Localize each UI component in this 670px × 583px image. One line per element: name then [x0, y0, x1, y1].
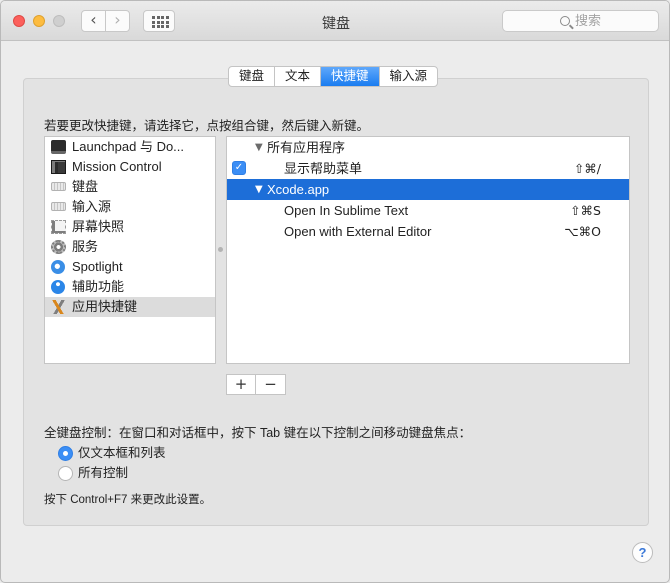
accessibility-icon	[51, 280, 65, 294]
radio-label: 仅文本框和列表	[78, 446, 166, 460]
shortcut-list[interactable]: ▼ 所有应用程序 ✓ 显示帮助菜单 ⇧⌘/ ▼ Xcode.app Open In Subli…	[226, 136, 630, 364]
shortcut-key-combo[interactable]: ⇧⌘S	[570, 200, 601, 221]
search-field[interactable]: 搜索	[502, 10, 659, 32]
shortcut-row[interactable]: ✓ 显示帮助菜单 ⇧⌘/	[227, 158, 629, 179]
tab-1[interactable]: 文本	[275, 67, 322, 86]
category-label: Spotlight	[72, 259, 123, 274]
shortcut-label: 所有应用程序	[267, 140, 346, 155]
instruction-text: 若要更改快捷键，请选择它，点按组合键，然后键入新键。	[44, 119, 370, 133]
mission-control-icon	[51, 160, 66, 174]
category-label: Mission Control	[72, 159, 162, 174]
split-view-handle[interactable]	[218, 247, 223, 252]
radio-button-icon[interactable]	[58, 466, 73, 481]
category-item[interactable]: Launchpad 与 Do...	[45, 137, 215, 157]
radio-label: 所有控制	[78, 466, 129, 480]
disclosure-triangle-icon[interactable]: ▼	[255, 137, 263, 158]
app-shortcuts-icon	[51, 300, 66, 314]
shortcut-label: Xcode.app	[267, 182, 330, 197]
search-icon	[559, 16, 570, 26]
help-button[interactable]: ?	[632, 542, 653, 563]
shortcut-key-combo[interactable]: ⌥⌘O	[564, 221, 601, 242]
category-item[interactable]: 键盘	[45, 177, 215, 197]
category-item[interactable]: 应用快捷键	[45, 297, 215, 317]
tab-3[interactable]: 输入源	[380, 67, 438, 86]
category-label: Launchpad 与 Do...	[72, 139, 185, 154]
full-keyboard-access-label: 全键盘控制：在窗口和对话框中，按下 Tab 键在以下控制之间移动键盘焦点：	[44, 426, 472, 440]
spotlight-icon	[51, 260, 65, 274]
radio-button-icon[interactable]	[58, 446, 73, 461]
shortcut-key-combo[interactable]: ⇧⌘/	[574, 158, 601, 179]
add-remove-controls: + −	[226, 374, 286, 395]
shortcut-label: Open with External Editor	[284, 224, 432, 239]
screenshot-icon	[51, 220, 66, 234]
search-placeholder: 搜索	[574, 13, 601, 28]
keyboard-access-note: 按下 Control+F7 来更改此设置。	[44, 494, 212, 506]
category-item[interactable]: Spotlight	[45, 257, 215, 277]
keyboard-access-radio[interactable]: 所有控制	[58, 465, 258, 483]
shortcut-row[interactable]: Open with External Editor ⌥⌘O	[227, 221, 629, 242]
category-label: 服务	[72, 239, 99, 254]
category-item[interactable]: 辅助功能	[45, 277, 215, 297]
tab-bar: 键盘 文本 快捷键 输入源	[228, 66, 439, 87]
services-gear-icon	[51, 240, 66, 254]
tab-2[interactable]: 快捷键	[321, 67, 380, 86]
shortcut-label: Open In Sublime Text	[284, 203, 409, 218]
keyboard-access-radio[interactable]: 仅文本框和列表	[58, 445, 258, 463]
title-bar: ‹ › 键盘 搜索	[1, 1, 669, 41]
disclosure-triangle-icon[interactable]: ▼	[255, 179, 263, 200]
category-item[interactable]: Mission Control	[45, 157, 215, 177]
shortcut-row[interactable]: Open In Sublime Text ⇧⌘S	[227, 200, 629, 221]
category-label: 键盘	[72, 179, 99, 194]
shortcut-label: 显示帮助菜单	[284, 161, 363, 176]
input-source-icon	[51, 202, 66, 211]
shortcut-row[interactable]: ▼ Xcode.app	[227, 179, 629, 200]
tab-0[interactable]: 键盘	[229, 67, 276, 86]
category-item[interactable]: 服务	[45, 237, 215, 257]
category-list[interactable]: Launchpad 与 Do... Mission Control 键盘输入源屏幕快…	[44, 136, 216, 364]
category-label: 应用快捷键	[72, 299, 138, 314]
category-label: 屏幕快照	[72, 219, 125, 234]
keyboard-preferences-window: ‹ › 键盘 搜索 键盘 文本 快捷键 输入源 若要更改快捷键，请选择它，点按组合键，…	[0, 0, 670, 583]
add-shortcut-button[interactable]: +	[227, 375, 256, 394]
remove-shortcut-button[interactable]: −	[256, 375, 285, 394]
category-item[interactable]: 输入源	[45, 197, 215, 217]
launchpad-icon	[51, 140, 66, 154]
category-item[interactable]: 屏幕快照	[45, 217, 215, 237]
shortcut-row[interactable]: ▼ 所有应用程序	[227, 137, 629, 158]
keyboard-icon	[51, 182, 66, 191]
category-label: 输入源	[72, 199, 112, 214]
shortcut-enabled-checkbox[interactable]: ✓	[232, 161, 246, 175]
category-label: 辅助功能	[72, 279, 125, 294]
